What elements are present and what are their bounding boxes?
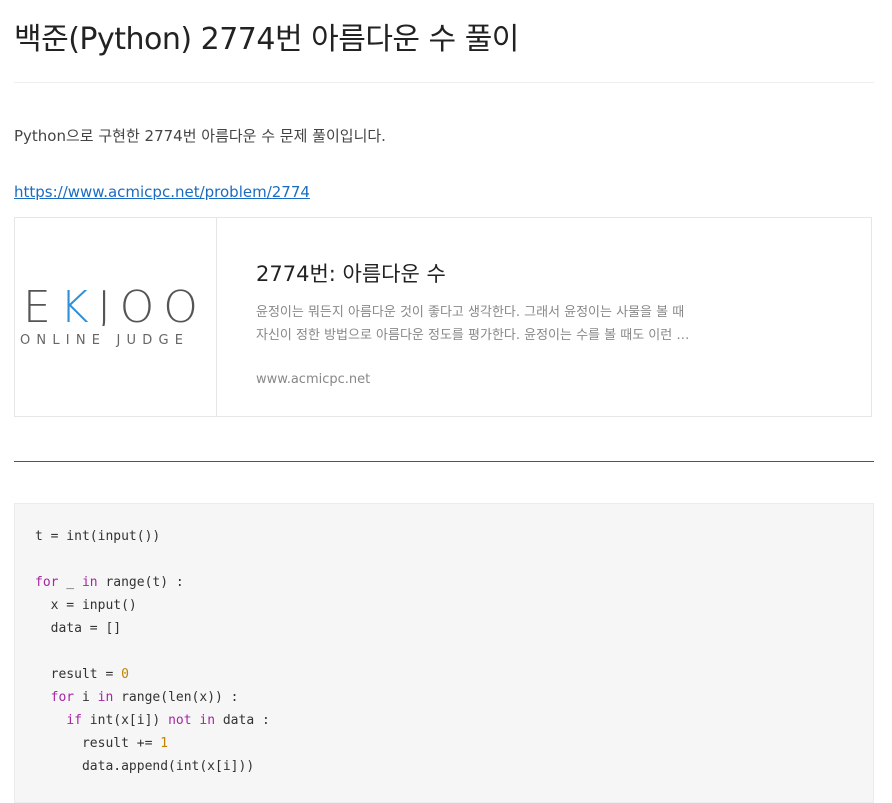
code-line: if int(x[i]) not in data : <box>35 709 270 732</box>
section-divider <box>14 461 874 462</box>
code-token: range(len(x)) : <box>113 690 239 705</box>
code-line: for _ in range(t) : <box>35 571 270 594</box>
baekjoon-logo-subtitle: ONLINE JUDGE <box>20 333 190 348</box>
code-token: x = input() <box>35 598 137 613</box>
code-line: data = [] <box>35 617 270 640</box>
code-line: data.append(int(x[i])) <box>35 755 270 778</box>
code-line: result += 1 <box>35 732 270 755</box>
svg-text:EKJOO: EKJOO <box>23 282 207 326</box>
code-keyword: if <box>66 713 82 728</box>
card-thumbnail: EKJOO ONLINE JUDGE <box>15 218 217 416</box>
card-domain: www.acmicpc.net <box>256 372 371 387</box>
code-keyword: for <box>50 690 75 705</box>
post-intro: Python으로 구현한 2774번 아름다운 수 문제 풀이입니다. <box>14 127 386 145</box>
code-token: t = int(input()) <box>35 529 161 544</box>
card-description-line: 자신이 정한 방법으로 아름다운 정도를 평가한다. 윤정이는 수를 볼 때도 … <box>256 328 690 343</box>
code-keyword: for <box>35 575 59 590</box>
card-title: 2774번: 아름다운 수 <box>256 262 446 286</box>
baekjoon-logo-mark: EKJOO <box>23 282 207 326</box>
code-token: data = [] <box>35 621 122 636</box>
link-preview-card[interactable]: EKJOO ONLINE JUDGE 2774번: 아름다운 수 윤정이는 뭐든… <box>14 217 872 417</box>
title-divider <box>14 82 874 83</box>
code-token: data.append(int(x[i])) <box>35 759 255 774</box>
code-token: int(x[i]) <box>81 713 169 728</box>
code-number: 0 <box>121 667 129 682</box>
post-title: 백준(Python) 2774번 아름다운 수 풀이 <box>14 22 519 57</box>
code-line: for i in range(len(x)) : <box>35 686 270 709</box>
card-description: 윤정이는 뭐든지 아름다운 것이 좋다고 생각한다. 그래서 윤정이는 사물을 … <box>256 301 726 347</box>
code-token: range(t) : <box>97 575 184 590</box>
problem-link[interactable]: https://www.acmicpc.net/problem/2774 <box>14 183 310 201</box>
code-lines: t = int(input()) for _ in range(t) : x =… <box>35 525 270 778</box>
code-token: _ <box>58 575 82 590</box>
code-number: 1 <box>160 736 169 751</box>
code-keyword: not <box>168 713 192 728</box>
code-line: x = input() <box>35 594 270 617</box>
code-token: result += <box>35 736 161 751</box>
code-token: result = <box>35 667 122 682</box>
card-description-line: 윤정이는 뭐든지 아름다운 것이 좋다고 생각한다. 그래서 윤정이는 사물을 … <box>256 305 685 320</box>
code-token: data : <box>215 713 270 728</box>
code-keyword: in <box>81 575 98 590</box>
code-line: result = 0 <box>35 663 270 686</box>
code-line: t = int(input()) <box>35 525 270 548</box>
code-block: t = int(input()) for _ in range(t) : x =… <box>14 503 874 803</box>
code-token: i <box>74 690 98 705</box>
code-keyword: in <box>97 690 114 705</box>
code-keyword: in <box>199 713 216 728</box>
